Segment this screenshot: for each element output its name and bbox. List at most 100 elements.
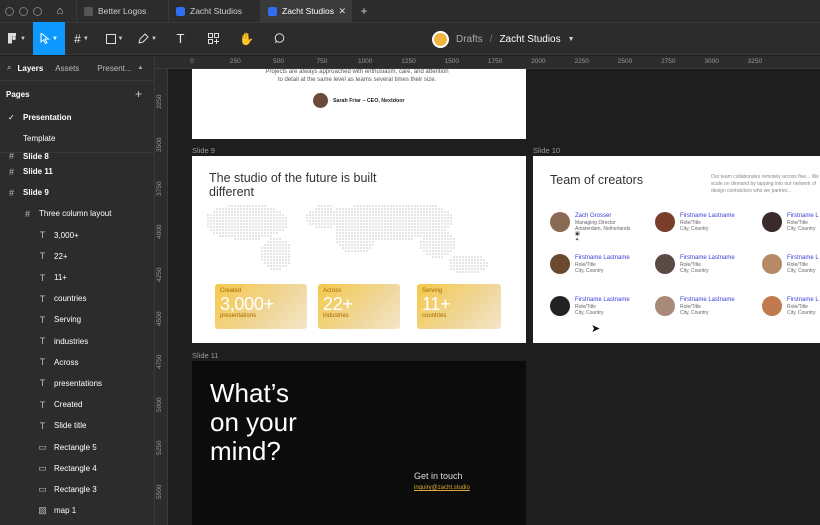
- member-name: Firstname Lastname: [680, 255, 735, 261]
- member-avatar: [550, 254, 570, 274]
- layer-label: 11+: [54, 273, 67, 283]
- hand-tool-button[interactable]: ✋: [230, 22, 263, 55]
- layer-item[interactable]: ▭ Rectangle 4: [0, 458, 155, 479]
- figma-logo-icon: [8, 33, 17, 44]
- new-tab-button[interactable]: +: [352, 4, 376, 18]
- text-tool-button[interactable]: T: [164, 22, 197, 55]
- chevron-down-icon[interactable]: ▼: [568, 36, 575, 43]
- member-role: Role/Title City, Country: [787, 262, 816, 274]
- text-layer-icon: T: [39, 336, 46, 347]
- member-avatar: [655, 254, 675, 274]
- frame-label-slide-11[interactable]: Slide 11: [192, 351, 219, 360]
- location-text: City, Country: [575, 268, 604, 274]
- slide-8-frame[interactable]: Projects are always approached with enth…: [192, 69, 526, 139]
- close-window-icon[interactable]: [5, 6, 14, 16]
- toolbar: ▼ ▼ # ▼ ▼ ▼ T ✋ Drafts / Zacht Studios ▼: [0, 22, 820, 55]
- add-page-icon[interactable]: +: [135, 87, 142, 101]
- page-item-template[interactable]: Template: [0, 128, 154, 149]
- ruler-tick-label: 1750: [487, 58, 503, 65]
- tab-present[interactable]: Present...: [97, 64, 131, 73]
- ruler-tick-label: 3500: [156, 137, 163, 153]
- ruler-tick-label: 4000: [156, 224, 163, 239]
- main-menu-button[interactable]: ▼: [0, 22, 33, 55]
- tab-zacht-studios-active[interactable]: Zacht Studios ✕: [260, 0, 352, 22]
- stat-sub: industries: [323, 313, 349, 319]
- close-tab-icon[interactable]: ✕: [338, 6, 346, 17]
- tab-zacht-studios[interactable]: Zacht Studios: [168, 0, 260, 22]
- social-icons: ▣ ✦: [575, 231, 580, 243]
- layer-item[interactable]: T Created: [0, 394, 155, 415]
- location-text: City, Country: [787, 268, 816, 274]
- layer-item[interactable]: ▨ map 1: [0, 500, 155, 521]
- author-avatar: [313, 93, 328, 108]
- stat-sub: countries: [422, 313, 447, 319]
- components-button[interactable]: [197, 22, 230, 55]
- quote-author: Sarah Friar – CEO, Nextdoor: [333, 98, 405, 104]
- layer-item[interactable]: # Three column layout: [0, 203, 155, 224]
- member-name: Firstname Lastname: [575, 255, 630, 261]
- layer-item[interactable]: # Slide 8: [0, 153, 155, 161]
- layer-item[interactable]: Tcountries: [0, 288, 155, 309]
- chevron-up-icon[interactable]: ▲: [138, 65, 144, 71]
- layer-item[interactable]: T 22+: [0, 246, 155, 267]
- frame-label-slide-9[interactable]: Slide 9: [192, 146, 215, 155]
- layer-item[interactable]: T Serving: [0, 309, 155, 330]
- location-text: City, Country: [680, 310, 709, 316]
- team-avatar[interactable]: [432, 31, 449, 48]
- maximize-window-icon[interactable]: [33, 6, 42, 16]
- slide-10-frame[interactable]: Team of creators Our team collaborates r…: [533, 156, 820, 343]
- member-name: Firstname L: [787, 213, 819, 219]
- tab-assets[interactable]: Assets: [55, 64, 79, 73]
- layer-label: countries: [54, 294, 87, 304]
- tab-label: Better Logos: [98, 6, 147, 16]
- tab-better-logos[interactable]: Better Logos: [76, 0, 168, 22]
- layer-item[interactable]: ▭ Rectangle 3: [0, 479, 155, 500]
- slide-11-frame[interactable]: What’s on your mind? Get in touch inquir…: [192, 361, 526, 525]
- stat-card-presentations: Created 3,000+ presentations: [215, 284, 307, 329]
- window-controls: [0, 6, 44, 16]
- page-item-presentation[interactable]: ✓ Presentation: [0, 107, 154, 128]
- layer-item[interactable]: # Slide 11: [0, 161, 155, 182]
- shape-tool-button[interactable]: ▼: [98, 22, 131, 55]
- stat-value: 3,000+: [220, 294, 274, 314]
- member-role: Role/Title City, Country: [575, 304, 604, 316]
- tab-layers[interactable]: Layers: [17, 64, 43, 73]
- search-icon[interactable]: ⌕: [7, 63, 11, 73]
- layer-label: 3,000+: [54, 230, 79, 240]
- layer-item[interactable]: ▭ Rectangle 5: [0, 436, 155, 457]
- pages-header: Pages +: [0, 81, 154, 107]
- layer-label: Rectangle 3: [54, 484, 97, 494]
- slide-9-frame[interactable]: The studio of the future is built differ…: [192, 156, 526, 343]
- layer-item[interactable]: Tindustries: [0, 331, 155, 352]
- slide-title: Team of creators: [550, 173, 644, 187]
- layer-item[interactable]: T 3,000+: [0, 225, 155, 246]
- frame-label-slide-10[interactable]: Slide 10: [533, 146, 560, 155]
- minimize-window-icon[interactable]: [19, 6, 28, 16]
- member-avatar: [762, 254, 782, 274]
- home-icon[interactable]: ⌂: [44, 0, 76, 22]
- text-layer-icon: T: [39, 230, 46, 241]
- layer-item[interactable]: # Slide 9: [0, 182, 155, 203]
- layer-item[interactable]: Tpresentations: [0, 373, 155, 394]
- canvas[interactable]: 0 250 500 750 1000 1250 1500 1750 2000 2250 2500 27…: [155, 56, 820, 525]
- frame-layer-icon: #: [8, 166, 14, 177]
- pen-tool-button[interactable]: ▼: [131, 22, 164, 55]
- member-role: Role/Title City, Country: [680, 304, 709, 316]
- comment-tool-button[interactable]: [263, 22, 296, 55]
- frame-tool-button[interactable]: # ▼: [65, 22, 98, 55]
- frame-layer-icon: #: [24, 208, 30, 219]
- layer-item[interactable]: T 11+: [0, 267, 155, 288]
- layer-item[interactable]: T Across: [0, 352, 155, 373]
- layer-item[interactable]: T Slide title: [0, 415, 155, 436]
- ruler-tick-label: 5250: [156, 440, 163, 456]
- text-layer-icon: T: [39, 293, 46, 304]
- file-name[interactable]: Zacht Studios: [499, 34, 560, 45]
- breadcrumb-drafts[interactable]: Drafts: [456, 34, 483, 45]
- checkmark-icon: ✓: [8, 113, 15, 122]
- ruler-tick-label: 2000: [531, 58, 546, 65]
- quote-line: Projects are always approached with enth…: [265, 69, 449, 75]
- ruler-tick-label: 1000: [357, 58, 373, 65]
- text-layer-icon: T: [39, 399, 46, 410]
- move-tool-button[interactable]: ▼: [33, 22, 65, 55]
- layers-list: # Slide 8 # Slide 11 # Slide 9 # Three column l…: [0, 152, 155, 521]
